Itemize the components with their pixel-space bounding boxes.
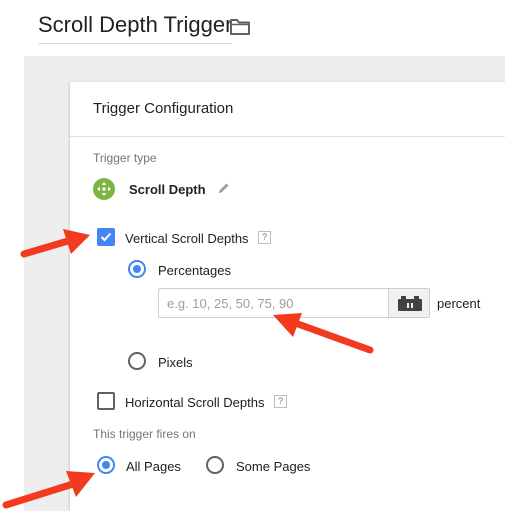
percent-unit-label: percent — [437, 296, 481, 311]
checkmark-icon — [100, 232, 112, 242]
folder-icon[interactable] — [229, 18, 251, 36]
top-bar: Scroll Depth Trigger — [0, 0, 505, 56]
scroll-depth-icon — [93, 178, 115, 200]
pixels-radio[interactable] — [128, 352, 146, 370]
some-pages-radio[interactable] — [206, 456, 224, 474]
variable-icon — [398, 296, 422, 311]
trigger-name-title[interactable]: Scroll Depth Trigger — [38, 12, 233, 44]
some-pages-label[interactable]: Some Pages — [236, 459, 310, 474]
horizontal-scroll-label[interactable]: Horizontal Scroll Depths — [125, 395, 264, 410]
vertical-scroll-help-icon[interactable]: ? — [258, 231, 271, 244]
trigger-type-label: Trigger type — [93, 151, 157, 165]
card-title: Trigger Configuration — [93, 100, 234, 117]
horizontal-scroll-help-icon[interactable]: ? — [274, 395, 287, 408]
fires-on-label: This trigger fires on — [93, 427, 196, 441]
vertical-scroll-checkbox[interactable] — [97, 228, 115, 246]
horizontal-scroll-checkbox[interactable] — [97, 392, 115, 410]
percentages-label[interactable]: Percentages — [158, 263, 231, 278]
pencil-icon[interactable] — [217, 181, 231, 195]
all-pages-radio[interactable] — [97, 456, 115, 474]
insert-variable-button[interactable] — [388, 288, 430, 318]
percentages-radio[interactable] — [128, 260, 146, 278]
pixels-label[interactable]: Pixels — [158, 355, 193, 370]
vertical-scroll-label[interactable]: Vertical Scroll Depths — [125, 231, 249, 246]
trigger-type-name: Scroll Depth — [129, 182, 206, 197]
all-pages-label[interactable]: All Pages — [126, 459, 181, 474]
card-header: Trigger Configuration — [70, 82, 505, 137]
percentages-input[interactable] — [158, 288, 388, 318]
trigger-configuration-card: Trigger Configuration Trigger type Scrol… — [70, 82, 505, 511]
